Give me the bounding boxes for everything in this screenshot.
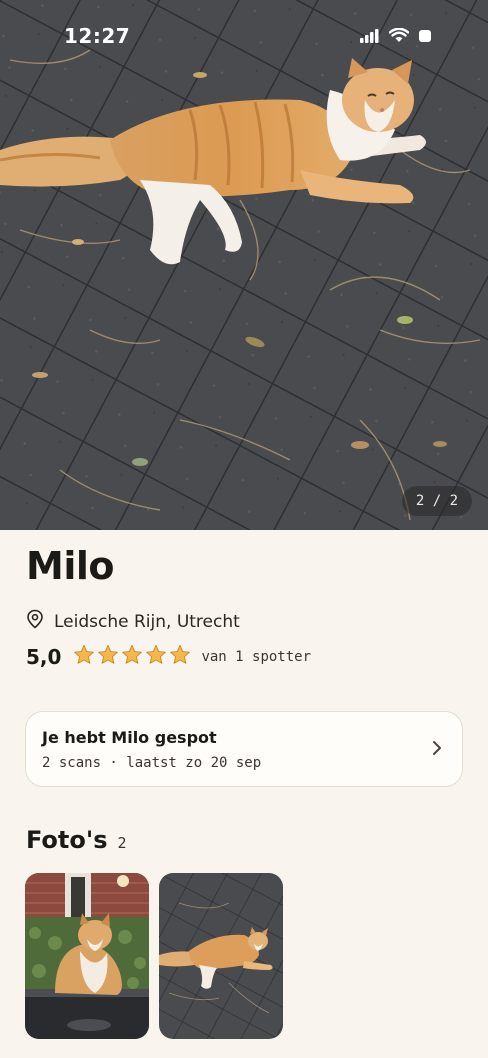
cat-on-car-image xyxy=(25,873,149,1039)
rating-stars xyxy=(73,644,191,669)
star-icon xyxy=(73,644,95,669)
cat-on-paving-image xyxy=(159,873,283,1039)
photo-thumbnail[interactable] xyxy=(25,873,149,1039)
rating-count: van 1 spotter xyxy=(201,648,312,665)
photos-title: Foto's xyxy=(26,826,108,854)
photos-count: 2 xyxy=(117,834,127,852)
location-text: Leidsche Rijn, Utrecht xyxy=(54,611,240,632)
photos-heading: Foto's 2 xyxy=(26,826,127,854)
star-icon xyxy=(97,644,119,669)
spotted-card[interactable]: Je hebt Milo gespot 2 scans · laatst zo … xyxy=(25,711,463,787)
location: Leidsche Rijn, Utrecht xyxy=(26,609,240,634)
cat-name: Milo xyxy=(26,544,114,588)
photo-counter: 2 / 2 xyxy=(402,486,472,516)
star-icon xyxy=(169,644,191,669)
wifi-icon xyxy=(388,27,410,47)
star-icon xyxy=(121,644,143,669)
cat-photo-image xyxy=(0,0,488,530)
photo-thumbnail[interactable] xyxy=(159,873,283,1039)
rating: 5,0 van 1 spotter xyxy=(26,644,311,669)
spotted-card-title: Je hebt Milo gespot xyxy=(42,728,217,747)
hero-photo[interactable]: 12:27 2 / 2 xyxy=(0,0,488,530)
status-bar: 12:27 xyxy=(0,0,488,70)
location-pin-icon xyxy=(26,609,44,634)
spotted-card-subtitle: 2 scans · laatst zo 20 sep xyxy=(42,755,262,771)
rating-value: 5,0 xyxy=(26,644,62,669)
star-icon xyxy=(145,644,167,669)
signal-icon xyxy=(360,28,380,47)
battery-icon xyxy=(418,28,432,47)
chevron-right-icon xyxy=(432,740,442,760)
status-time: 12:27 xyxy=(64,24,131,48)
